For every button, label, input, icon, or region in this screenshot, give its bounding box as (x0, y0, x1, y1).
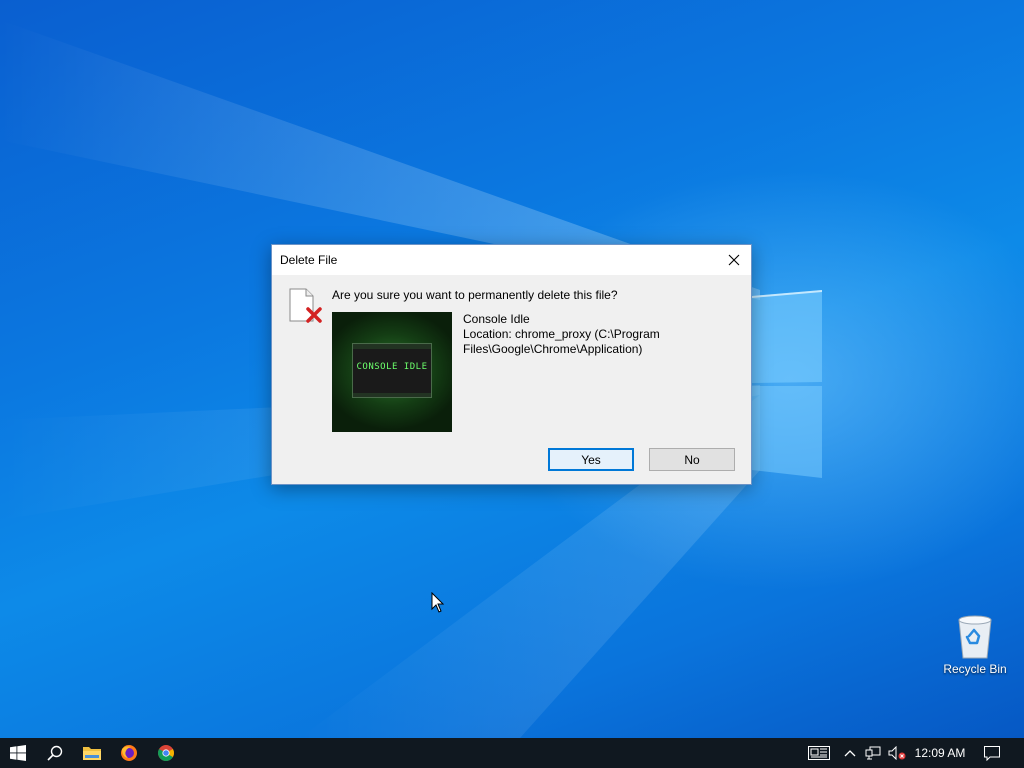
firefox-button[interactable] (111, 738, 147, 768)
chrome-icon (158, 745, 174, 761)
thumbnail-titlebar (353, 344, 431, 349)
thumbnail-statusbar (353, 393, 431, 397)
delete-file-dialog: Delete File Are you sure you want to per… (271, 244, 752, 485)
firefox-icon (121, 745, 137, 761)
news-icon (808, 746, 830, 760)
start-button[interactable] (0, 738, 36, 768)
file-location-line2: Files\Google\Chrome\Application) (463, 342, 643, 356)
file-explorer-icon (83, 747, 101, 760)
chrome-button[interactable] (148, 738, 184, 768)
file-name: Console Idle (463, 312, 530, 326)
network-icon (865, 746, 881, 760)
notification-icon (984, 745, 1000, 761)
dialog-title: Delete File (280, 253, 338, 267)
file-location-line1: Location: chrome_proxy (C:\Program (463, 327, 660, 341)
close-button[interactable] (717, 245, 751, 275)
search-button[interactable] (37, 738, 73, 768)
dialog-titlebar[interactable]: Delete File (272, 245, 751, 275)
show-hidden-icons-button[interactable] (840, 738, 860, 768)
yes-button[interactable]: Yes (548, 448, 634, 471)
taskbar: 12:09 AM (0, 738, 1024, 768)
search-icon (47, 745, 63, 761)
mouse-cursor-icon (431, 592, 445, 613)
thumbnail-screen: CONSOLE IDLE (352, 343, 432, 398)
thumbnail-text: CONSOLE IDLE (356, 362, 428, 372)
chevron-up-icon (844, 750, 856, 757)
file-thumbnail: CONSOLE IDLE (332, 312, 452, 432)
confirm-question: Are you sure you want to permanently del… (332, 288, 618, 302)
file-delete-icon (289, 288, 322, 323)
recycle-bin-label: Recycle Bin (943, 662, 1007, 676)
volume-muted-icon (888, 746, 906, 760)
no-button[interactable]: No (649, 448, 735, 471)
notification-button[interactable] (980, 738, 1004, 768)
recycle-bin-desktop-icon[interactable]: Recycle Bin (938, 610, 1012, 684)
file-info: Console Idle Location: chrome_proxy (C:\… (463, 312, 723, 357)
volume-button[interactable] (886, 738, 908, 768)
windows-start-icon (10, 745, 26, 761)
recycle-bin-icon (958, 615, 992, 659)
news-button[interactable] (804, 738, 834, 768)
close-icon (728, 254, 740, 266)
network-button[interactable] (862, 738, 884, 768)
taskbar-clock[interactable]: 12:09 AM (908, 738, 972, 768)
file-explorer-button[interactable] (74, 738, 110, 768)
